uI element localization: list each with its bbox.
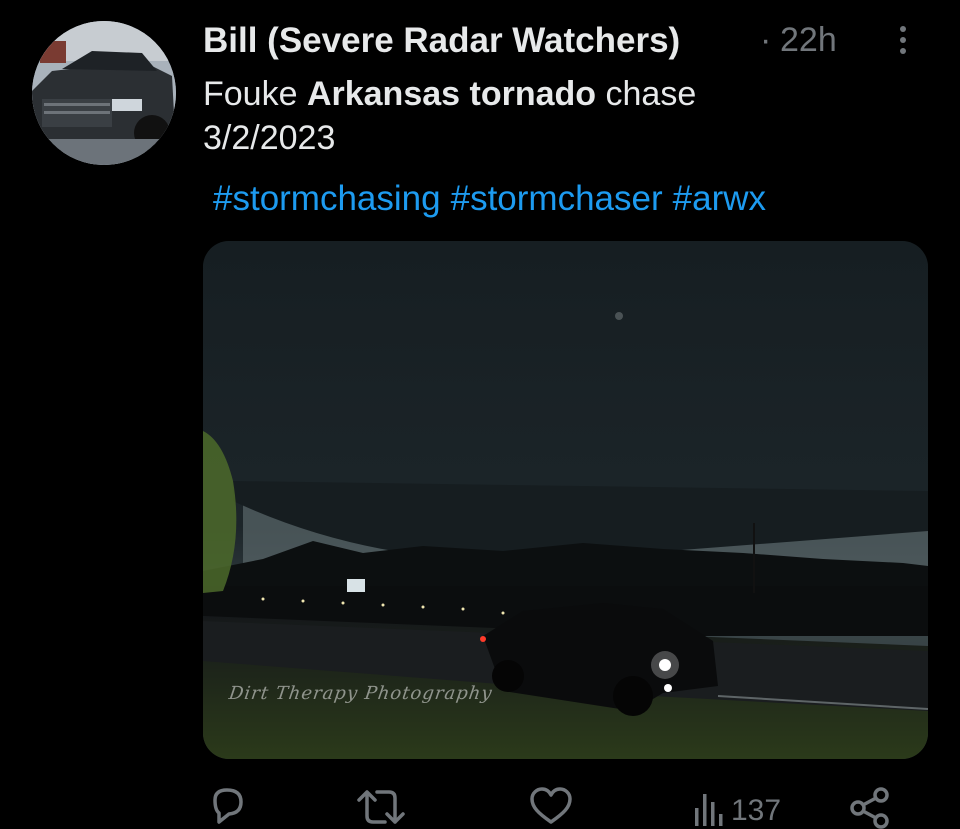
avatar[interactable] (32, 21, 176, 165)
tweet-photo[interactable]: Dirt Therapy Photography (203, 241, 928, 759)
hashtag-link[interactable]: #arwx (673, 179, 766, 218)
hashtag-link[interactable]: #stormchasing (213, 179, 441, 218)
timestamp[interactable]: 22h (780, 21, 837, 60)
avatar-image (32, 21, 176, 165)
retweet-button[interactable] (353, 786, 409, 829)
like-button[interactable] (528, 786, 574, 829)
views-button[interactable]: 137 (693, 786, 803, 829)
tweet-actions: 137 (203, 786, 903, 829)
tweet-header: Bill (Severe Radar Watchers) · 22h (203, 18, 923, 62)
retweet-icon (357, 790, 405, 824)
tweet-text: Fouke Arkansas tornado chase 3/2/2023 (203, 72, 923, 160)
views-count: 137 (731, 794, 782, 827)
tweet-text-line2: 3/2/2023 (203, 119, 336, 157)
share-button[interactable] (848, 786, 892, 829)
reply-icon (213, 788, 243, 824)
more-options-button[interactable] (893, 22, 913, 60)
author-name[interactable]: Bill (Severe Radar Watchers) (203, 21, 680, 61)
hashtags: #stormchasing #stormchaser #arwx (213, 177, 776, 221)
reply-button[interactable] (207, 786, 247, 829)
storm-photo (203, 241, 928, 759)
views-icon (695, 794, 723, 826)
more-icon (900, 26, 906, 32)
separator-dot: · (760, 21, 772, 59)
photo-watermark: Dirt Therapy Photography (227, 683, 494, 704)
share-icon (850, 787, 889, 829)
heart-icon (530, 787, 572, 824)
tweet-text-line1: Fouke Arkansas tornado chase (203, 75, 697, 113)
hashtag-link[interactable]: #stormchaser (451, 179, 663, 218)
